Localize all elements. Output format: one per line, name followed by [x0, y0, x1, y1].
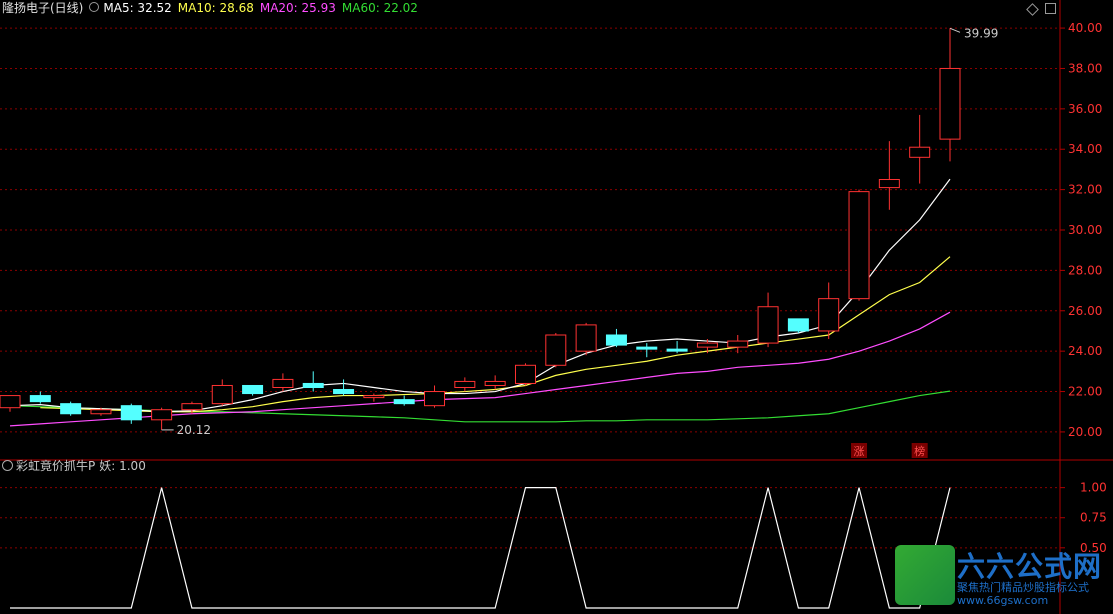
sub-chart-header: 彩虹竟价抓牛P 妖: 1.00 — [2, 459, 146, 473]
candle-down — [787, 318, 809, 332]
candle-up — [545, 334, 567, 366]
sub-y-tick-label: 1.00 — [1080, 481, 1107, 495]
y-tick-label: 36.00 — [1068, 102, 1102, 116]
candle-down — [242, 384, 264, 395]
sub-indicator-axis: 0.500.751.00 — [1060, 481, 1107, 555]
y-tick-label: 40.00 — [1068, 21, 1102, 35]
candle-up — [514, 364, 536, 384]
low-label: 20.12 — [177, 423, 211, 437]
chart-canvas: 20.00 22.00 24.00 26.00 28.00 30.00 32.00 34.00… — [0, 0, 1113, 614]
candle-up — [818, 298, 840, 332]
y-tick-label: 32.00 — [1068, 183, 1102, 197]
ma5-label: MA5: 32.52 — [103, 1, 172, 15]
candle-up — [727, 340, 749, 348]
sub-collapse-icon[interactable] — [2, 460, 13, 471]
candle-up — [90, 409, 112, 415]
logo-tagline: 聚焦热门精品炒股指标公式 — [957, 581, 1089, 594]
high-label: 39.99 — [964, 26, 998, 40]
candle-down — [393, 399, 415, 405]
ma60-label: MA60: 22.02 — [341, 1, 418, 15]
candle-up — [181, 403, 203, 411]
candle-up — [909, 146, 931, 158]
candle-up — [272, 378, 294, 388]
candle-down — [302, 382, 324, 389]
candle-up — [454, 380, 476, 389]
ma60-line — [9, 390, 951, 423]
candle-up — [484, 380, 506, 386]
ma20-line — [9, 311, 951, 427]
y-tick-label: 22.00 — [1068, 385, 1102, 399]
candle-up — [211, 384, 233, 405]
annotations: 39.99 20.12 涨 榜 — [161, 26, 998, 458]
y-tick-label: 34.00 — [1068, 142, 1102, 156]
candle-up — [0, 395, 21, 409]
moving-average-lines — [9, 178, 951, 427]
tag-bang: 榜 — [914, 444, 925, 458]
logo-mark-icon — [895, 545, 955, 605]
main-chart-header: 隆扬电子(日线) MA5: 32.52 MA10: 28.68 MA20: 25.93… — [2, 1, 424, 15]
watermark-logo: 六六公式网 聚焦热门精品炒股指标公式 www.66gsw.com — [895, 545, 1113, 614]
candle-up — [848, 191, 870, 300]
y-tick-label: 28.00 — [1068, 263, 1102, 277]
y-tick-label: 26.00 — [1068, 304, 1102, 318]
sub-indicator-name: 彩虹竟价抓牛P — [16, 459, 96, 473]
candle-up — [363, 395, 385, 399]
candle-up — [878, 179, 900, 189]
window-controls — [1026, 3, 1056, 17]
candle-up — [575, 324, 597, 352]
candle-down — [29, 395, 51, 403]
sub-indicator-value: 妖: 1.00 — [99, 459, 146, 473]
diamond-icon[interactable] — [1026, 3, 1039, 16]
ma5-line — [9, 178, 951, 413]
y-tick-label: 20.00 — [1068, 425, 1102, 439]
candle-up — [939, 67, 961, 140]
candle-down — [120, 405, 142, 421]
candle-down — [605, 334, 627, 346]
candle-down — [636, 346, 658, 350]
candle-down — [60, 403, 82, 415]
restore-icon[interactable] — [1045, 3, 1056, 14]
candle-down — [333, 389, 355, 395]
candle-down — [666, 348, 688, 352]
y-tick-label: 24.00 — [1068, 344, 1102, 358]
ma20-label: MA20: 25.93 — [259, 1, 336, 15]
candle-up — [151, 409, 173, 421]
header-gear-icon[interactable] — [89, 2, 100, 12]
tag-zhang: 涨 — [854, 445, 865, 458]
candlesticks — [0, 28, 961, 430]
sub-y-tick-label: 0.75 — [1080, 511, 1107, 525]
y-tick-label: 38.00 — [1068, 61, 1102, 75]
stock-name: 隆扬电子(日线) — [2, 1, 84, 15]
candle-up — [757, 306, 779, 344]
ma10-label: MA10: 28.68 — [177, 1, 254, 15]
candle-up — [424, 391, 446, 407]
candle-up — [696, 342, 718, 348]
logo-url: www.66gsw.com — [957, 594, 1049, 607]
high-pointer — [949, 27, 961, 33]
y-tick-label: 30.00 — [1068, 223, 1102, 237]
